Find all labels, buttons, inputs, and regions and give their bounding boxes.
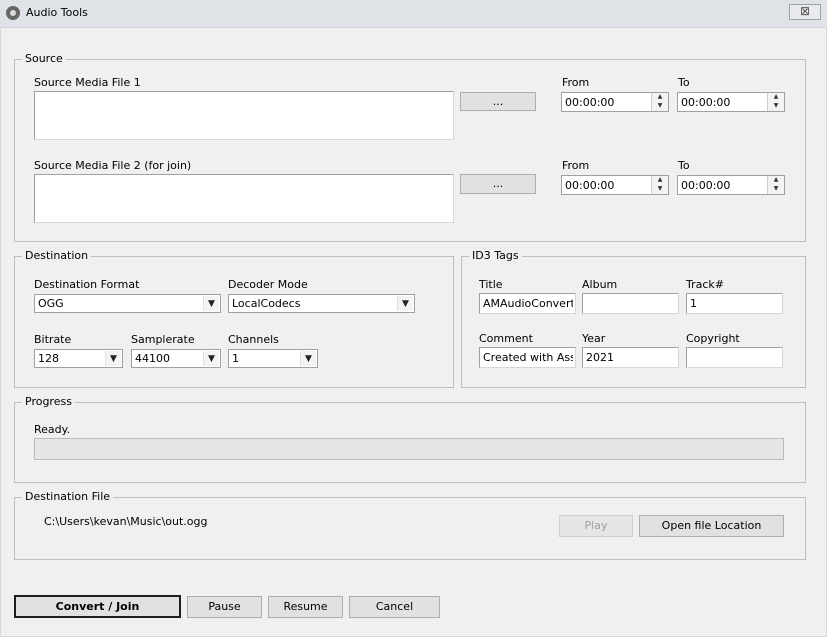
- source-file2-to-value: 00:00:00: [681, 179, 731, 192]
- id3-copyright-field[interactable]: [686, 347, 783, 368]
- channels-value: 1: [232, 352, 239, 365]
- id3-comment-value: Created with Asse: [483, 351, 573, 364]
- id3-year-field[interactable]: 2021: [582, 347, 679, 368]
- source-file1-from-spinner[interactable]: 00:00:00 ▲ ▼: [561, 92, 669, 112]
- id3-title-field[interactable]: AMAudioConverte: [479, 293, 576, 314]
- id3-track-label: Track#: [686, 278, 725, 291]
- open-file-location-button[interactable]: Open file Location: [639, 515, 784, 537]
- play-button[interactable]: Play: [559, 515, 633, 537]
- progress-status: Ready.: [34, 423, 71, 436]
- source-file1-to-value: 00:00:00: [681, 96, 731, 109]
- destination-format-label: Destination Format: [34, 278, 140, 291]
- resume-button[interactable]: Resume: [268, 596, 343, 618]
- bitrate-label: Bitrate: [34, 333, 72, 346]
- destination-group-title: Destination: [22, 249, 92, 262]
- spin-down-icon[interactable]: ▼: [768, 102, 784, 111]
- source-file2-label: Source Media File 2 (for join): [34, 159, 192, 172]
- id3-comment-field[interactable]: Created with Asse: [479, 347, 576, 368]
- source-file2-from-label: From: [562, 159, 590, 172]
- decoder-mode-select[interactable]: LocalCodecs ▼: [228, 294, 415, 313]
- samplerate-value: 44100: [135, 352, 170, 365]
- channels-label: Channels: [228, 333, 279, 346]
- bitrate-select[interactable]: 128 ▼: [34, 349, 123, 368]
- source-file2-browse-button[interactable]: ...: [460, 174, 536, 194]
- window-title: Audio Tools: [26, 6, 88, 19]
- samplerate-label: Samplerate: [131, 333, 195, 346]
- source-file1-to-label: To: [678, 76, 690, 89]
- close-button[interactable]: ⊠: [789, 4, 821, 20]
- samplerate-select[interactable]: 44100 ▼: [131, 349, 221, 368]
- chevron-down-icon: ▼: [203, 351, 219, 366]
- id3-track-value: 1: [690, 297, 697, 310]
- spin-down-icon[interactable]: ▼: [768, 185, 784, 194]
- chevron-down-icon: ▼: [105, 351, 121, 366]
- source-file2-to-label: To: [678, 159, 690, 172]
- spin-down-icon[interactable]: ▼: [652, 185, 668, 194]
- source-file1-browse-button[interactable]: ...: [460, 92, 536, 111]
- id3-title-label: Title: [479, 278, 503, 291]
- decoder-mode-label: Decoder Mode: [228, 278, 308, 291]
- id3-group-title: ID3 Tags: [469, 249, 522, 262]
- decoder-mode-value: LocalCodecs: [232, 297, 301, 310]
- source-file1-from-label: From: [562, 76, 590, 89]
- convert-join-button[interactable]: Convert / Join: [14, 595, 181, 618]
- app-icon: [6, 6, 20, 20]
- source-file2-to-spinner[interactable]: 00:00:00 ▲ ▼: [677, 175, 785, 195]
- progress-bar: [34, 438, 784, 460]
- source-file2-from-value: 00:00:00: [565, 179, 615, 192]
- id3-title-value: AMAudioConverte: [483, 297, 573, 310]
- destination-file-path: C:\Users\kevan\Music\out.ogg: [44, 515, 208, 528]
- source-file1-label: Source Media File 1: [34, 76, 141, 89]
- id3-album-field[interactable]: [582, 293, 679, 314]
- chevron-down-icon: ▼: [300, 351, 316, 366]
- bitrate-value: 128: [38, 352, 59, 365]
- source-file1-input[interactable]: [34, 91, 454, 140]
- source-file2-input[interactable]: [34, 174, 454, 223]
- chevron-down-icon: ▼: [397, 296, 413, 311]
- destination-format-value: OGG: [38, 297, 64, 310]
- source-file2-from-spinner[interactable]: 00:00:00 ▲ ▼: [561, 175, 669, 195]
- id3-year-value: 2021: [586, 351, 614, 364]
- id3-copyright-label: Copyright: [686, 332, 740, 345]
- destination-file-group-title: Destination File: [22, 490, 114, 503]
- title-bar: [0, 0, 827, 28]
- id3-track-field[interactable]: 1: [686, 293, 783, 314]
- pause-button[interactable]: Pause: [187, 596, 262, 618]
- source-file1-from-value: 00:00:00: [565, 96, 615, 109]
- spin-down-icon[interactable]: ▼: [652, 102, 668, 111]
- destination-format-select[interactable]: OGG ▼: [34, 294, 221, 313]
- id3-group: [461, 256, 806, 388]
- chevron-down-icon: ▼: [203, 296, 219, 311]
- id3-comment-label: Comment: [479, 332, 533, 345]
- source-group-title: Source: [22, 52, 66, 65]
- progress-group-title: Progress: [22, 395, 75, 408]
- id3-album-label: Album: [582, 278, 618, 291]
- cancel-button[interactable]: Cancel: [349, 596, 440, 618]
- source-file1-to-spinner[interactable]: 00:00:00 ▲ ▼: [677, 92, 785, 112]
- channels-select[interactable]: 1 ▼: [228, 349, 318, 368]
- destination-group: [14, 256, 454, 388]
- id3-year-label: Year: [582, 332, 606, 345]
